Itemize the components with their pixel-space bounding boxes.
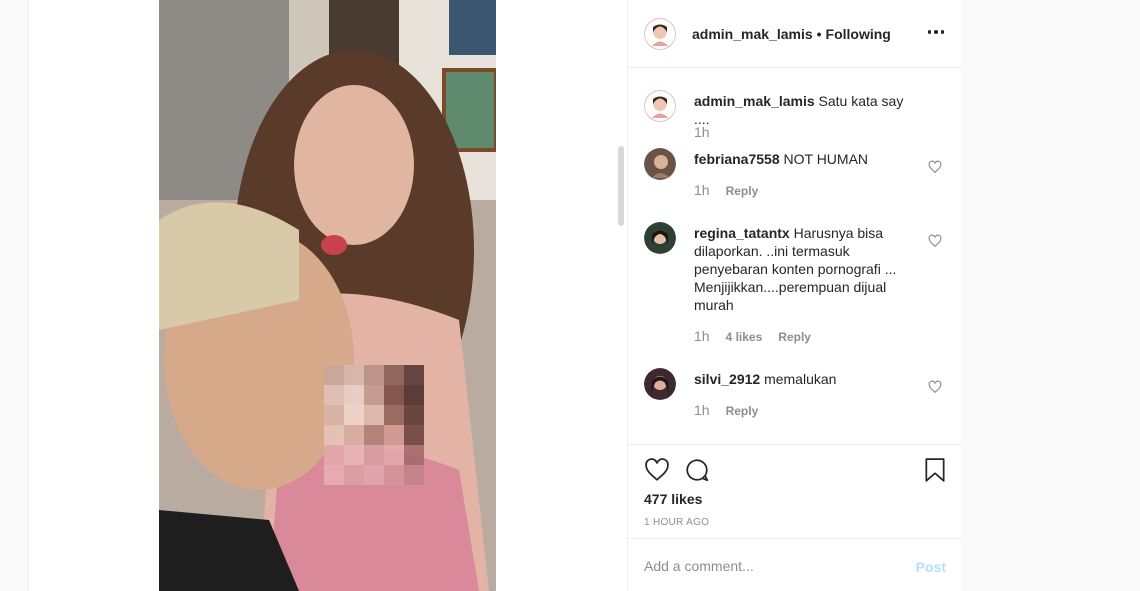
- caption-avatar[interactable]: [644, 90, 676, 122]
- comment-username[interactable]: silvi_2912: [694, 371, 760, 387]
- media-scrollbar[interactable]: [618, 146, 624, 226]
- comment-like-heart-icon[interactable]: [928, 380, 942, 394]
- comment-meta: 1h Reply: [694, 402, 758, 418]
- post-actions: 477 likes 1 HOUR AGO: [628, 444, 962, 538]
- add-comment-input[interactable]: [644, 555, 904, 577]
- likes-count[interactable]: 477 likes: [644, 491, 702, 507]
- post-timestamp[interactable]: 1 HOUR AGO: [644, 517, 709, 528]
- comment-body: febriana7558 NOT HUMAN: [694, 150, 914, 168]
- caption-time[interactable]: 1h: [694, 124, 710, 140]
- comment-time[interactable]: 1h: [694, 328, 710, 344]
- reply-button[interactable]: Reply: [726, 404, 759, 418]
- author-line: admin_mak_lamis • Following: [692, 26, 891, 42]
- reply-button[interactable]: Reply: [726, 184, 759, 198]
- action-icons: [644, 457, 710, 483]
- comment-like-heart-icon[interactable]: [928, 234, 942, 248]
- comment-body: regina_tatantx Harusnya bisa dilaporkan.…: [694, 224, 914, 314]
- photo-illustration: [159, 0, 496, 591]
- add-comment-bar: Post: [628, 538, 962, 591]
- header-separator: •: [816, 25, 822, 42]
- instagram-post-page: admin_mak_lamis • Following admin_mak_la…: [0, 0, 1140, 591]
- caption-meta: 1h: [694, 124, 710, 140]
- commenter-avatar[interactable]: [644, 368, 676, 400]
- commenter-avatar[interactable]: [644, 222, 676, 254]
- comments-list: admin_mak_lamis Satu kata say .... 1h fe…: [628, 68, 962, 444]
- reply-button[interactable]: Reply: [778, 330, 811, 344]
- comment-likes-count[interactable]: 4 likes: [726, 330, 763, 344]
- comment-item: regina_tatantx Harusnya bisa dilaporkan.…: [644, 222, 948, 344]
- follow-status-button[interactable]: Following: [826, 26, 891, 42]
- bookmark-icon[interactable]: [922, 457, 948, 483]
- comment-text: NOT HUMAN: [783, 151, 869, 167]
- author-username[interactable]: admin_mak_lamis: [692, 26, 813, 42]
- commenter-avatar[interactable]: [644, 148, 676, 180]
- post-media: [29, 0, 627, 591]
- more-options-icon[interactable]: [924, 22, 948, 42]
- comment-body: silvi_2912 memalukan: [694, 370, 914, 388]
- post-photo[interactable]: [159, 0, 496, 591]
- caption-item: admin_mak_lamis Satu kata say .... 1h: [644, 90, 948, 150]
- comment-item: febriana7558 NOT HUMAN 1h Reply: [644, 148, 948, 208]
- post-comment-button[interactable]: Post: [916, 559, 946, 575]
- caption-body: admin_mak_lamis Satu kata say ....: [694, 92, 914, 128]
- author-avatar[interactable]: [644, 17, 676, 50]
- comment-time[interactable]: 1h: [694, 402, 710, 418]
- comment-icon[interactable]: [684, 457, 710, 483]
- comment-time[interactable]: 1h: [694, 182, 710, 198]
- post-header: admin_mak_lamis • Following: [628, 0, 962, 68]
- comment-meta: 1h Reply: [694, 182, 758, 198]
- post-side-panel: admin_mak_lamis • Following admin_mak_la…: [618, 0, 962, 591]
- comment-text: memalukan: [764, 371, 837, 387]
- caption-username[interactable]: admin_mak_lamis: [694, 93, 815, 109]
- comment-meta: 1h 4 likes Reply: [694, 328, 811, 344]
- comment-username[interactable]: regina_tatantx: [694, 225, 790, 241]
- comment-like-heart-icon[interactable]: [928, 160, 942, 174]
- comment-item: silvi_2912 memalukan 1h Reply: [644, 368, 948, 428]
- comment-username[interactable]: febriana7558: [694, 151, 780, 167]
- heart-icon[interactable]: [644, 457, 670, 483]
- post-card: admin_mak_lamis • Following admin_mak_la…: [28, 0, 962, 591]
